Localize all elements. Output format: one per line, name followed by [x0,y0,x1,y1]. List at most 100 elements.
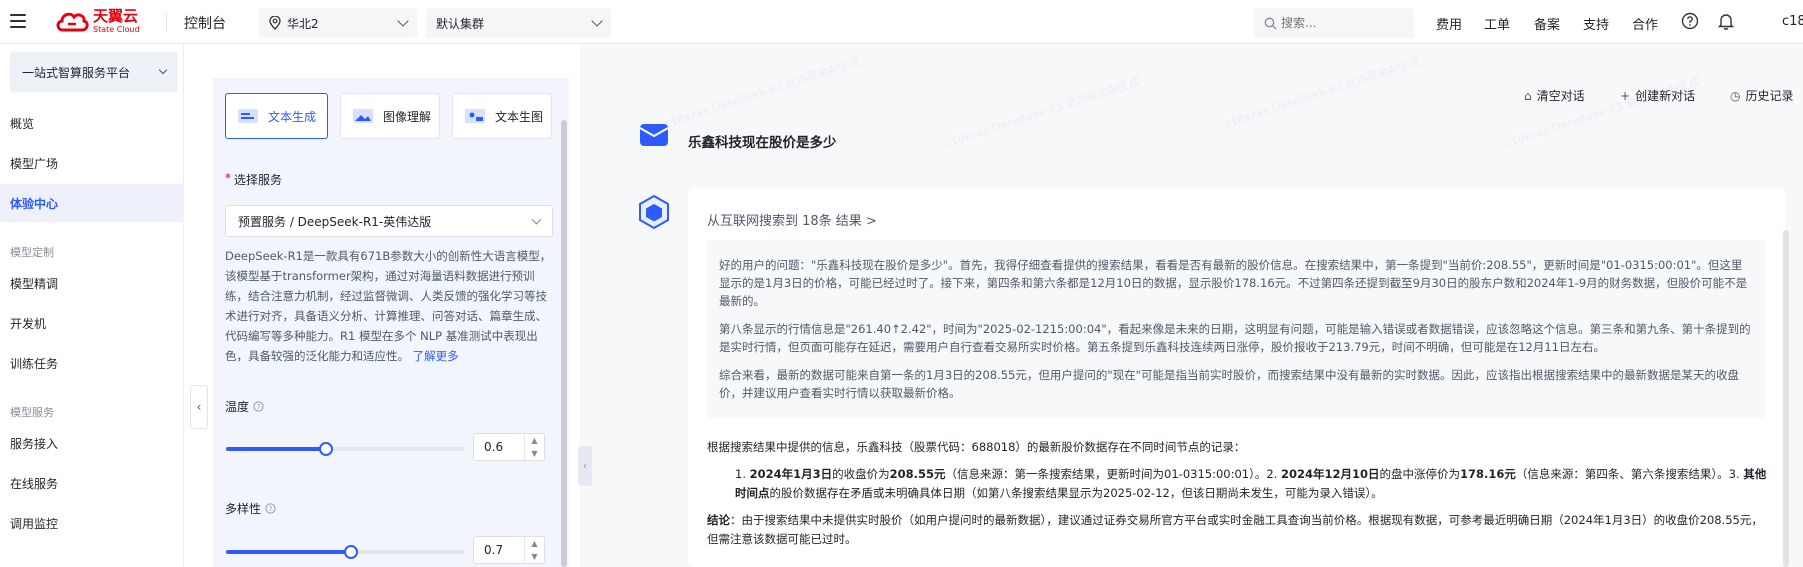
temperature-label: 温度 [225,400,250,414]
temperature-input[interactable]: 0.6 ▲ ▼ [473,433,545,461]
cloud-logo-icon [56,12,89,32]
stepper-down-icon[interactable]: ▼ [531,449,537,458]
diversity-slider-thumb[interactable] [344,545,358,559]
thinking-block: 好的用户的问题："乐鑫科技现在股价是多少"。首先，我得仔细查看提供的搜索结果，看… [707,240,1765,418]
console-link[interactable]: 控制台 [184,13,226,33]
brand-name-cn: 天翼云 [93,6,139,25]
platform-label: 一站式智算服务平台 [22,65,131,80]
history-button[interactable]: ◷ 历史记录 [1730,87,1794,104]
user-account[interactable]: c18 [1782,14,1803,29]
sidebar-item-dev-machine[interactable]: 开发机 [0,304,184,342]
plus-icon: + [1620,88,1631,103]
temperature-slider-fill [226,447,326,451]
region-select[interactable]: 华北2 [259,8,417,38]
clear-chat-label: 清空对话 [1536,89,1585,103]
search-input[interactable] [1281,16,1401,30]
sidebar-item-online-service[interactable]: 在线服务 [0,464,184,502]
collapse-sidebar-button[interactable]: ‹ [190,385,208,429]
thinking-paragraph: 好的用户的问题："乐鑫科技现在股价是多少"。首先，我得仔细查看提供的搜索结果，看… [719,258,1748,308]
chevron-left-icon: ‹ [196,400,202,414]
topbar-link-billing[interactable]: 费用 [1436,14,1462,33]
chevron-down-icon [397,15,409,27]
info-icon[interactable]: ? [253,401,264,412]
stepper-up-icon[interactable]: ▲ [531,539,537,548]
answer-conclusion: 结论：由于搜索结果中未提供实时股价（如用户提问时的最新数据），建议通过证券交易所… [707,513,1763,546]
hamburger-menu-icon[interactable] [10,14,26,28]
sidebar-item-fine-tune[interactable]: 模型精调 [0,264,184,302]
chevron-down-icon [531,214,542,224]
sidebar-item-model-square[interactable]: 模型广场 [0,144,184,182]
diversity-slider-fill [226,550,351,554]
bell-icon[interactable] [1717,12,1735,30]
final-answer: 根据搜索结果中提供的信息，乐鑫科技（股票代码：688018）的最新股价数据存在不… [707,438,1773,549]
chevron-left-icon: ‹ [583,460,587,472]
search-icon [1264,17,1277,29]
sidebar-item-service-access[interactable]: 服务接入 [0,424,184,462]
sidebar-item-overview[interactable]: 概览 [0,104,184,142]
brand-logo[interactable]: 天翼云 State Cloud [54,8,140,34]
tab-image-understanding[interactable]: 图像理解 [340,93,440,139]
temperature-value: 0.6 [484,440,504,454]
temperature-slider-thumb[interactable] [319,442,333,456]
new-chat-label: 创建新对话 [1635,89,1696,103]
diversity-label: 多样性 [225,502,262,516]
required-mark: * [225,171,231,185]
tab-label: 文本生成 [268,109,317,124]
panel-resize-handle[interactable]: ‹ [578,446,592,486]
new-chat-button[interactable]: + 创建新对话 [1620,87,1695,104]
chevron-down-icon [591,15,603,27]
image-understanding-icon [353,109,373,123]
answer-intro: 根据搜索结果中提供的信息，乐鑫科技（股票代码：688018）的最新股价数据存在不… [707,440,1246,454]
diversity-value: 0.7 [484,543,504,557]
sidebar: 一站式智算服务平台 概览 模型广场 体验中心 模型定制 模型精调 开发机 训练任… [0,44,184,567]
stepper-up-icon[interactable]: ▲ [531,436,537,445]
search-results-link[interactable]: 从互联网搜索到 18条 结果 > [707,210,877,229]
cluster-value: 默认集群 [436,16,485,31]
top-bar: 天翼云 State Cloud 控制台 华北2 默认集群 费用 工单 备案 支持… [0,0,1803,44]
thinking-paragraph: 第八条显示的行情信息是"261.40↑2.42"，时间为"2025-02-121… [719,322,1751,354]
service-select[interactable]: 预置服务 / DeepSeek-R1-英伟达版 [225,205,553,237]
sidebar-item-call-monitor[interactable]: 调用监控 [0,504,184,542]
tab-label: 文本生图 [495,109,544,124]
tab-label: 图像理解 [383,109,432,124]
global-search[interactable] [1254,8,1414,38]
sidebar-group-customize: 模型定制 [10,246,54,259]
tab-text-generation[interactable]: 文本生成 [225,93,328,139]
panel-scrollbar[interactable] [561,120,567,567]
tab-text-to-image[interactable]: 文本生图 [452,93,552,139]
service-select-value: 预置服务 / DeepSeek-R1-英伟达版 [238,214,432,229]
history-label: 历史记录 [1745,89,1794,103]
clock-icon: ◷ [1730,88,1741,103]
description-text: DeepSeek-R1是一款具有671B参数大小的创新性大语言模型，该模型基于t… [225,249,552,363]
thinking-paragraph: 综合来看，最新的数据可能来自第一条的1月3日的208.55元，但用户提问的"现在… [719,368,1739,400]
topbar-link-support[interactable]: 支持 [1583,14,1609,33]
topbar-divider [166,13,167,31]
topbar-link-ticket[interactable]: 工单 [1484,14,1510,33]
info-icon[interactable]: ? [265,503,276,514]
sidebar-item-training-task[interactable]: 训练任务 [0,344,184,382]
platform-selector[interactable]: 一站式智算服务平台 [10,52,178,92]
learn-more-link[interactable]: 了解更多 [413,349,459,363]
sidebar-item-experience-center[interactable]: 体验中心 [0,184,184,222]
help-icon[interactable] [1681,12,1699,30]
assistant-avatar-icon [639,194,669,230]
model-description: DeepSeek-R1是一款具有671B参数大小的创新性大语言模型，该模型基于t… [225,246,555,366]
broom-icon: ⌂ [1524,88,1532,103]
answer-list: 1. 2024年1月3日的收盘价为208.55元（信息来源：第一条搜索结果，更新… [735,467,1767,500]
topbar-link-partner[interactable]: 合作 [1632,14,1658,33]
svg-text:?: ? [257,403,261,411]
region-value: 华北2 [287,16,319,31]
chat-scrollbar[interactable] [1783,230,1789,567]
text-to-image-icon [465,109,485,123]
sidebar-group-service: 模型服务 [10,406,54,419]
clear-chat-button[interactable]: ⌂ 清空对话 [1524,87,1585,104]
stepper-down-icon[interactable]: ▼ [531,552,537,561]
chevron-down-icon [158,65,168,75]
topbar-link-filing[interactable]: 备案 [1534,14,1560,33]
text-generation-icon [238,109,258,123]
user-question: 乐鑫科技现在股价是多少 [688,135,837,151]
cluster-select[interactable]: 默认集群 [426,8,611,38]
user-avatar-icon [639,124,669,146]
diversity-input[interactable]: 0.7 ▲ ▼ [473,536,545,564]
brand-name-en: State Cloud [93,24,140,34]
